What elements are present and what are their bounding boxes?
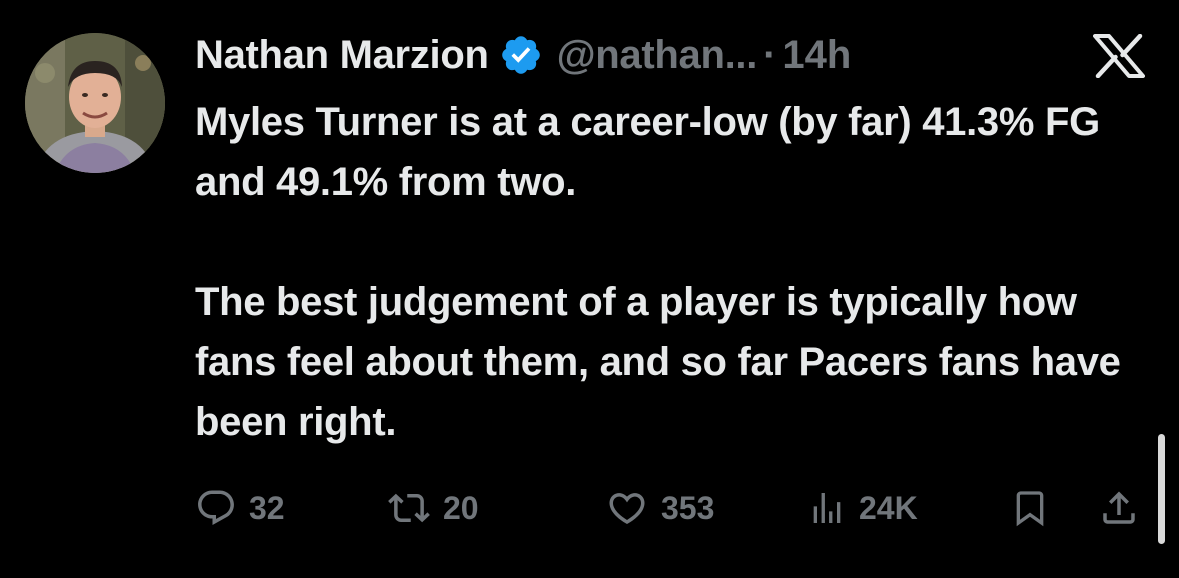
retweet-button[interactable]: 20 (387, 480, 479, 536)
views-icon (807, 487, 847, 529)
views-count: 24K (859, 489, 918, 526)
retweet-count: 20 (443, 489, 479, 526)
retweet-icon (387, 487, 431, 529)
bookmark-button[interactable] (1010, 480, 1050, 536)
display-name[interactable]: Nathan Marzion (195, 30, 489, 80)
share-button[interactable] (1098, 480, 1140, 536)
handle[interactable]: @nathan... (557, 30, 758, 80)
tweet-paragraph-2: The best judgement of a player is typica… (195, 280, 1121, 444)
like-count: 353 (661, 489, 715, 526)
share-icon (1098, 486, 1140, 530)
timestamp[interactable]: 14h (782, 30, 851, 80)
bookmark-icon (1010, 486, 1050, 530)
reply-icon (195, 487, 237, 529)
tweet-card[interactable]: Nathan Marzion @nathan... · 14h Myles Tu… (0, 0, 1179, 578)
views-button[interactable]: 24K (807, 480, 918, 536)
tweet-paragraph-1: Myles Turner is at a career-low (by far)… (195, 100, 1100, 204)
avatar-image (25, 33, 165, 173)
x-logo-icon (1093, 33, 1145, 79)
action-bar: 32 20 353 24K (195, 480, 1150, 536)
tweet-text: Myles Turner is at a career-low (by far)… (195, 92, 1145, 452)
reply-button[interactable]: 32 (195, 480, 285, 536)
like-button[interactable]: 353 (605, 480, 714, 536)
scrollbar[interactable] (1158, 434, 1165, 544)
reply-count: 32 (249, 489, 285, 526)
header-separator: · (763, 33, 777, 77)
verified-badge-icon (499, 33, 543, 77)
heart-icon (605, 487, 649, 529)
avatar[interactable] (25, 33, 165, 173)
tweet-header: Nathan Marzion @nathan... · 14h (195, 30, 851, 80)
